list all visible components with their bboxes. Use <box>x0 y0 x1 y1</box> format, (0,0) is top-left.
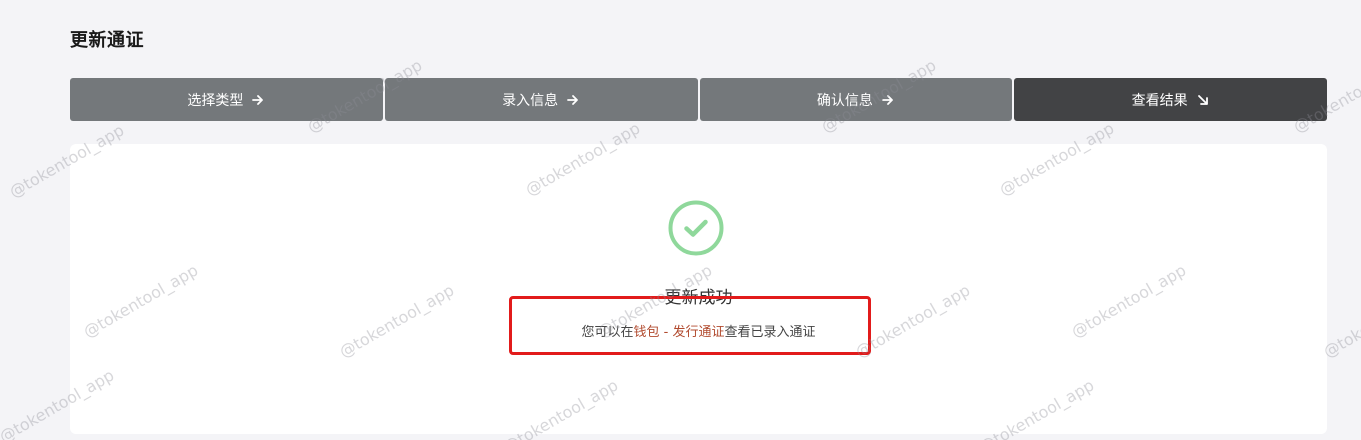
step-label: 查看结果 <box>1131 92 1188 109</box>
step-bar: 选择类型 录入信息 确认信息 查看结果 <box>70 78 1327 121</box>
arrow-down-right-icon <box>1196 93 1210 107</box>
result-card: 更新成功 您可以在钱包 - 发行通证查看已录入通证 <box>70 144 1327 434</box>
step-view-result[interactable]: 查看结果 <box>1014 78 1327 121</box>
step-confirm-info[interactable]: 确认信息 <box>699 78 1013 121</box>
step-label: 选择类型 <box>187 92 244 109</box>
page-title: 更新通证 <box>70 30 144 51</box>
arrow-right-icon <box>566 93 580 107</box>
arrow-right-icon <box>881 93 895 107</box>
step-label: 录入信息 <box>502 92 559 109</box>
step-select-type[interactable]: 选择类型 <box>70 78 383 121</box>
step-enter-info[interactable]: 录入信息 <box>384 78 698 121</box>
highlight-annotation-box <box>509 296 871 355</box>
arrow-right-icon <box>251 93 265 107</box>
step-label: 确认信息 <box>816 92 873 109</box>
check-circle-icon <box>668 200 724 256</box>
